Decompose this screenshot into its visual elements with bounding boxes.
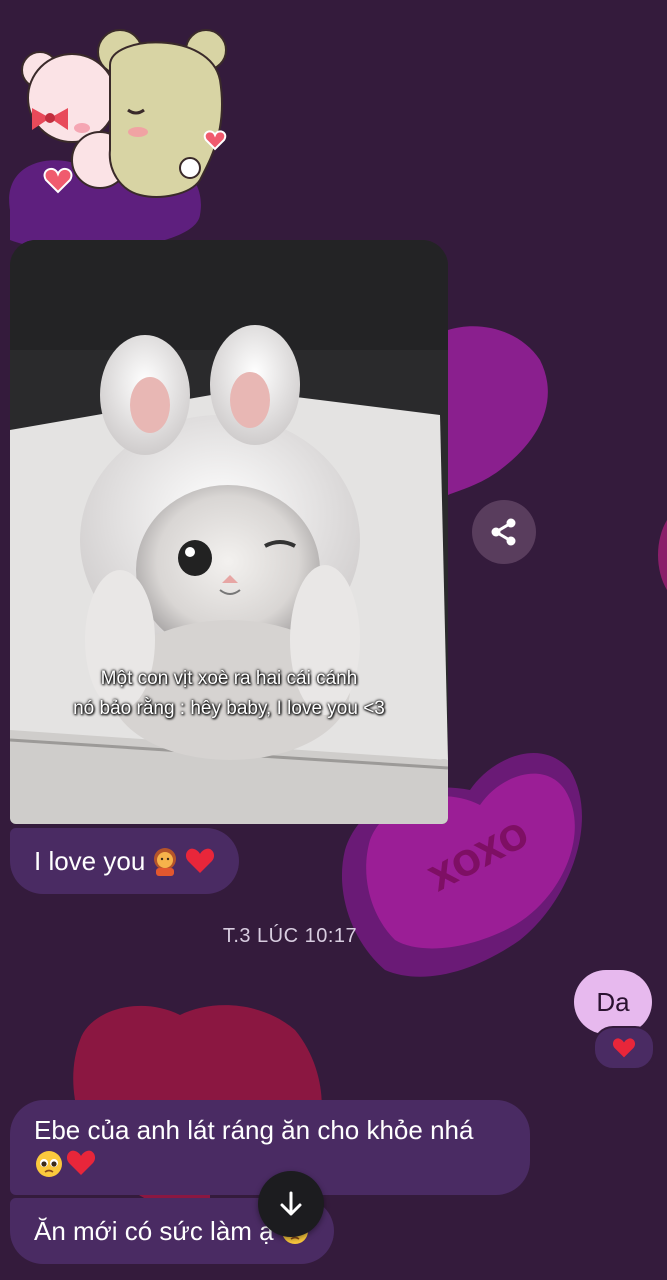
message-text: Da [596, 986, 630, 1017]
video-caption: Một con vịt xoè ra hai cái cánh nó bảo r… [10, 664, 448, 724]
bear-couple-sticker[interactable] [10, 10, 230, 200]
message-text: Ebe của anh lát ráng ăn cho khỏe nhá [34, 1115, 474, 1145]
arrow-down-icon [280, 1191, 302, 1216]
outgoing-message[interactable]: Da [574, 970, 652, 1034]
share-icon [491, 518, 516, 546]
message-timestamp: T.3 LÚC 10:17 [222, 925, 358, 947]
red-heart-icon [66, 1150, 96, 1175]
red-heart-icon [186, 848, 215, 873]
cat-photo [10, 240, 448, 824]
scroll-to-bottom-button[interactable] [258, 1171, 324, 1237]
red-heart-icon [612, 1038, 636, 1058]
message-reaction[interactable] [593, 1026, 655, 1070]
caption-line-2: nó bảo rằng : hêy baby, I love you <3 [73, 698, 385, 719]
shared-video-card[interactable]: Một con vịt xoè ra hai cái cánh nó bảo r… [10, 240, 448, 824]
bear-couple-sticker-icon [21, 29, 227, 198]
message-text: Ăn mới có sức làm ạ [34, 1215, 274, 1246]
person-gesturing-icon [154, 848, 177, 876]
caption-line-1: Một con vịt xoè ra hai cái cánh [100, 668, 358, 689]
incoming-message[interactable]: I love you [10, 828, 240, 894]
pleading-face-icon [36, 1151, 62, 1177]
share-button[interactable] [472, 500, 536, 564]
message-text: I love you [34, 845, 146, 876]
